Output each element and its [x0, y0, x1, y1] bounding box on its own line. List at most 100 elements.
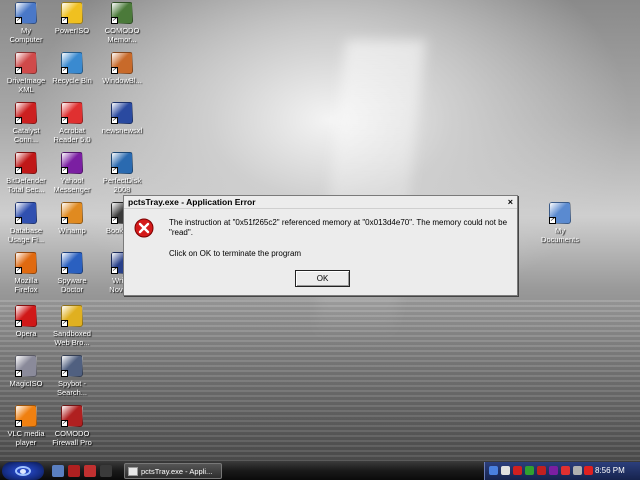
quicklaunch-opera-icon[interactable]: [84, 465, 96, 477]
desktop-icon-label: PerfectDisk 2008: [102, 176, 142, 194]
desktop-icon[interactable]: ↗ PowerISO: [46, 2, 98, 35]
desktop-icon[interactable]: ↗ WindowBl...: [96, 52, 148, 85]
ok-button[interactable]: OK: [295, 270, 350, 287]
shortcut-arrow-icon: ↗: [61, 17, 68, 24]
desktop-icon-label: Yahoo! Messenger: [53, 176, 91, 194]
desktop-icon-label: BitDefender Total Sec...: [6, 176, 46, 194]
desktop-icon[interactable]: ↗ COMODO Memor...: [96, 2, 148, 44]
desktop-icon-label: Sandboxed Web Bro...: [53, 329, 91, 347]
desktop-icon[interactable]: ↗ MagicISO: [0, 355, 52, 388]
desktop-icon[interactable]: ↗ DriveImage XML: [0, 52, 52, 94]
firefox-icon: ↗: [15, 252, 37, 274]
newsreader-icon: ↗: [111, 102, 133, 124]
error-icon: [134, 218, 154, 238]
spyware-doctor-icon: ↗: [61, 252, 83, 274]
taskbar-item-application-error[interactable]: pctsTray.exe - Appli...: [124, 463, 222, 479]
desktop-icon[interactable]: ↗ Catalyst Conn...: [0, 102, 52, 144]
catalyst-icon: ↗: [15, 102, 37, 124]
shortcut-arrow-icon: ↗: [15, 17, 22, 24]
desktop-icon-label: My Computer: [9, 26, 43, 44]
taskbar: pctsTray.exe - Appli... 8:56 PM: [0, 460, 640, 480]
shortcut-arrow-icon: ↗: [61, 420, 68, 427]
shortcut-arrow-icon: ↗: [549, 217, 556, 224]
desktop-icon[interactable]: ↗ COMODO Firewall Pro: [46, 405, 98, 447]
show-desktop-icon[interactable]: [52, 465, 64, 477]
desktop-icon-label: VLC media player: [7, 429, 45, 447]
tray-network-icon[interactable]: [489, 466, 498, 475]
shortcut-arrow-icon: ↗: [61, 67, 68, 74]
desktop-icon[interactable]: ↗ Recycle Bin: [46, 52, 98, 85]
opera-icon: ↗: [15, 305, 37, 327]
shortcut-arrow-icon: ↗: [111, 17, 118, 24]
shortcut-arrow-icon: ↗: [15, 67, 22, 74]
desktop-icon-label: Mozilla Firefox: [14, 276, 38, 294]
shortcut-arrow-icon: ↗: [15, 320, 22, 327]
desktop-icon-label: MagicISO: [9, 379, 43, 388]
windowblinds-icon: ↗: [111, 52, 133, 74]
terminate-instruction: Click on OK to terminate the program: [169, 249, 302, 258]
desktop-icon[interactable]: ↗ Sandboxed Web Bro...: [46, 305, 98, 347]
sandboxie-icon: ↗: [61, 305, 83, 327]
shortcut-arrow-icon: ↗: [61, 320, 68, 327]
shortcut-arrow-icon: ↗: [15, 420, 22, 427]
poweriso-icon: ↗: [61, 2, 83, 24]
desktop-icon[interactable]: ↗ Mozilla Firefox: [0, 252, 52, 294]
shortcut-arrow-icon: ↗: [15, 167, 22, 174]
spybot-icon: ↗: [61, 355, 83, 377]
desktop-icon-label: Database Usage Fi...: [7, 226, 45, 244]
comodo-memory-icon: ↗: [111, 2, 133, 24]
desktop-icon-label: WindowBl...: [102, 76, 142, 85]
desktop-icon[interactable]: ↗ Yahoo! Messenger: [46, 152, 98, 194]
quicklaunch-tool-icon[interactable]: [100, 465, 112, 477]
shortcut-arrow-icon: ↗: [111, 267, 118, 274]
tray-firewall-icon[interactable]: [584, 466, 593, 475]
desktop-icon[interactable]: ↗ Spybot - Search...: [46, 355, 98, 397]
start-button[interactable]: [2, 462, 44, 480]
desktop-icon-label: COMODO Firewall Pro: [52, 429, 92, 447]
winamp-icon: ↗: [61, 202, 83, 224]
desktop-icon[interactable]: ↗ PerfectDisk 2008: [96, 152, 148, 194]
error-message: The instruction at "0x51f265c2" referenc…: [169, 218, 508, 237]
desktop-icon-label: Spyware Doctor: [57, 276, 87, 294]
tray-shield-icon[interactable]: [501, 466, 510, 475]
dialog-titlebar[interactable]: pctsTray.exe - Application Error ×: [124, 196, 517, 209]
tray-catalyst-icon[interactable]: [537, 466, 546, 475]
desktop-icon[interactable]: ↗ My Documents: [534, 202, 586, 244]
vlc-icon: ↗: [15, 405, 37, 427]
close-icon[interactable]: ×: [508, 197, 513, 207]
desktop-icon[interactable]: ↗ Spyware Doctor: [46, 252, 98, 294]
desktop-icon[interactable]: ↗ Winamp: [46, 202, 98, 235]
tray-security-icon[interactable]: [513, 466, 522, 475]
application-error-dialog: pctsTray.exe - Application Error × The i…: [123, 195, 518, 296]
quicklaunch-app-icon[interactable]: [68, 465, 80, 477]
desktop-icon[interactable]: ↗ newsnewsxl: [96, 102, 148, 135]
desktop-icon[interactable]: ↗ Opera: [0, 305, 52, 338]
yahoo-icon: ↗: [61, 152, 83, 174]
shortcut-arrow-icon: ↗: [15, 217, 22, 224]
desktop-icon[interactable]: ↗ VLC media player: [0, 405, 52, 447]
desktop-icon-label: Catalyst Conn...: [12, 126, 40, 144]
shortcut-arrow-icon: ↗: [61, 267, 68, 274]
desktop-icon[interactable]: ↗ Database Usage Fi...: [0, 202, 52, 244]
start-pupil: [20, 469, 26, 474]
desktop-icon-label: newsnewsxl: [101, 126, 143, 135]
shortcut-arrow-icon: ↗: [61, 167, 68, 174]
driveimage-icon: ↗: [15, 52, 37, 74]
desktop-icon-label: Opera: [15, 329, 37, 338]
acrobat-icon: ↗: [61, 102, 83, 124]
desktop-icon-label: PowerISO: [54, 26, 90, 35]
shortcut-arrow-icon: ↗: [111, 117, 118, 124]
desktop-icon[interactable]: ↗ My Computer: [0, 2, 52, 44]
desktop-icon-label: Acrobat Reader 5.0: [53, 126, 91, 144]
system-tray: 8:56 PM: [484, 462, 640, 480]
shortcut-arrow-icon: ↗: [61, 117, 68, 124]
tray-yahoo-icon[interactable]: [549, 466, 558, 475]
tray-update-icon[interactable]: [525, 466, 534, 475]
shortcut-arrow-icon: ↗: [61, 217, 68, 224]
tray-volume-icon[interactable]: [573, 466, 582, 475]
tray-alert-icon[interactable]: [561, 466, 570, 475]
desktop-icon[interactable]: ↗ Acrobat Reader 5.0: [46, 102, 98, 144]
shortcut-arrow-icon: ↗: [15, 117, 22, 124]
desktop-icon[interactable]: ↗ BitDefender Total Sec...: [0, 152, 52, 194]
my-documents-icon: ↗: [549, 202, 571, 224]
